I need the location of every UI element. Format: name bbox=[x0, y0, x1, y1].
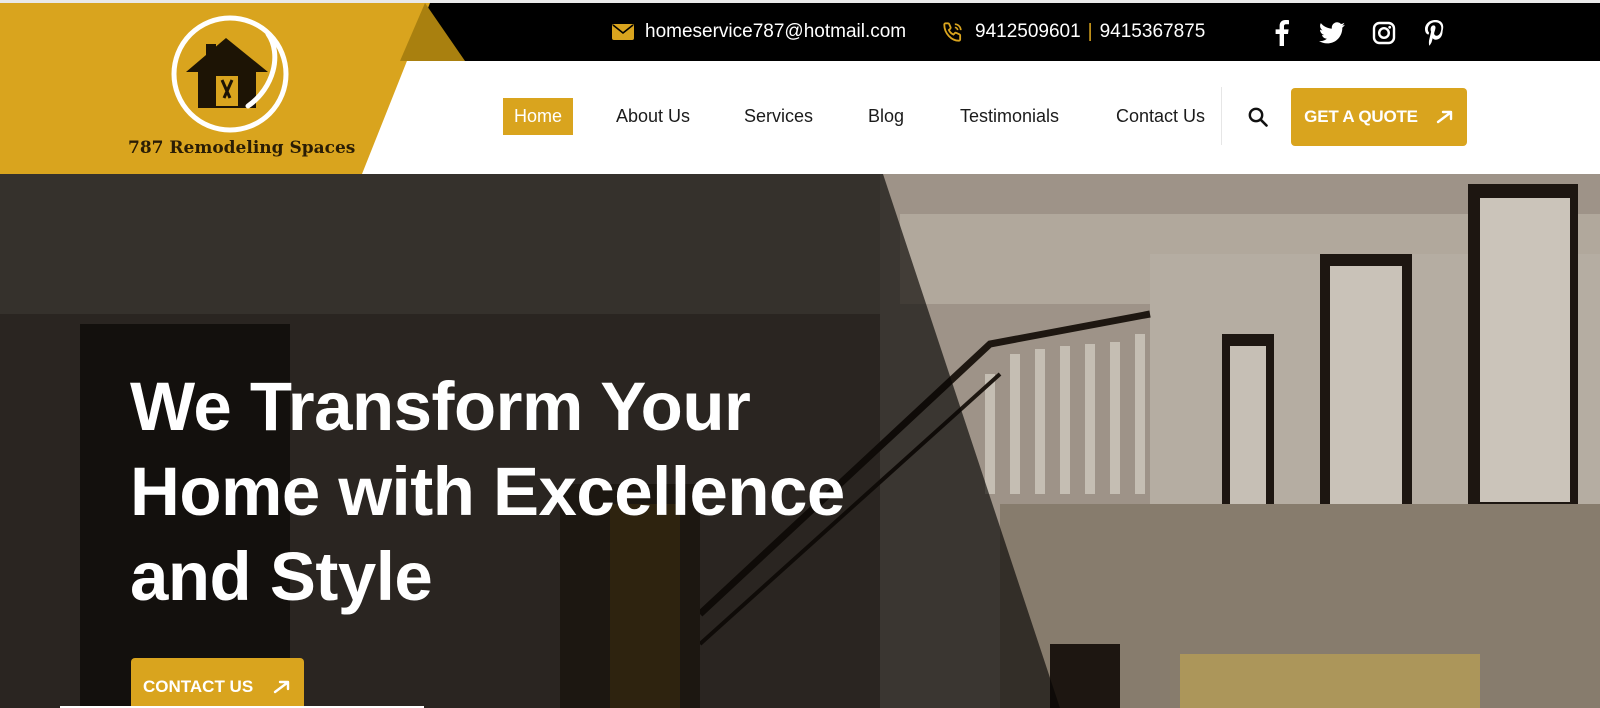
email-contact[interactable]: homeservice787@hotmail.com bbox=[612, 21, 906, 43]
hero-section: We Transform Your Home with Excellence a… bbox=[0, 174, 1600, 708]
nav-item-blog[interactable]: Blog bbox=[868, 98, 904, 135]
arrow-up-right-icon bbox=[273, 680, 291, 694]
phone-number-secondary[interactable]: 9415367875 bbox=[1100, 21, 1206, 43]
nav-item-home[interactable]: Home bbox=[503, 98, 574, 135]
search-icon[interactable] bbox=[1246, 105, 1270, 129]
arrow-up-right-icon bbox=[1436, 110, 1454, 124]
get-a-quote-button[interactable]: GET A QUOTE bbox=[1291, 88, 1467, 146]
hero-title-line-1: We Transform Your bbox=[130, 368, 751, 445]
instagram-icon[interactable] bbox=[1370, 19, 1398, 47]
nav-item-testimonials[interactable]: Testimonials bbox=[960, 98, 1059, 135]
nav-item-contact-us[interactable]: Contact Us bbox=[1116, 98, 1205, 135]
hero-title-line-3: and Style bbox=[130, 538, 433, 615]
phone-contact: 9412509601 | 9415367875 bbox=[942, 21, 1205, 43]
get-a-quote-label: GET A QUOTE bbox=[1304, 107, 1418, 126]
phone-number-primary[interactable]: 9412509601 bbox=[975, 21, 1081, 43]
logo-emblem bbox=[170, 14, 290, 134]
brand-logo-block[interactable]: 787 Remodeling Spaces bbox=[0, 3, 470, 174]
contact-us-label: CONTACT US bbox=[143, 677, 254, 696]
email-address[interactable]: homeservice787@hotmail.com bbox=[645, 21, 906, 43]
twitter-icon[interactable] bbox=[1318, 19, 1346, 47]
hero-title: We Transform Your Home with Excellence a… bbox=[130, 364, 890, 619]
facebook-icon[interactable] bbox=[1268, 19, 1296, 47]
hero-title-line-2: Home with Excellence bbox=[130, 453, 845, 530]
nav-item-about-us[interactable]: About Us bbox=[616, 98, 690, 135]
contact-us-button[interactable]: CONTACT US bbox=[131, 658, 304, 708]
nav-item-services[interactable]: Services bbox=[744, 98, 813, 135]
brand-name: 787 Remodeling Spaces bbox=[128, 138, 356, 158]
envelope-icon bbox=[612, 24, 634, 40]
phone-icon bbox=[942, 21, 964, 43]
phone-separator: | bbox=[1087, 21, 1093, 42]
pinterest-icon[interactable] bbox=[1421, 19, 1449, 47]
nav-divider bbox=[1221, 87, 1222, 145]
